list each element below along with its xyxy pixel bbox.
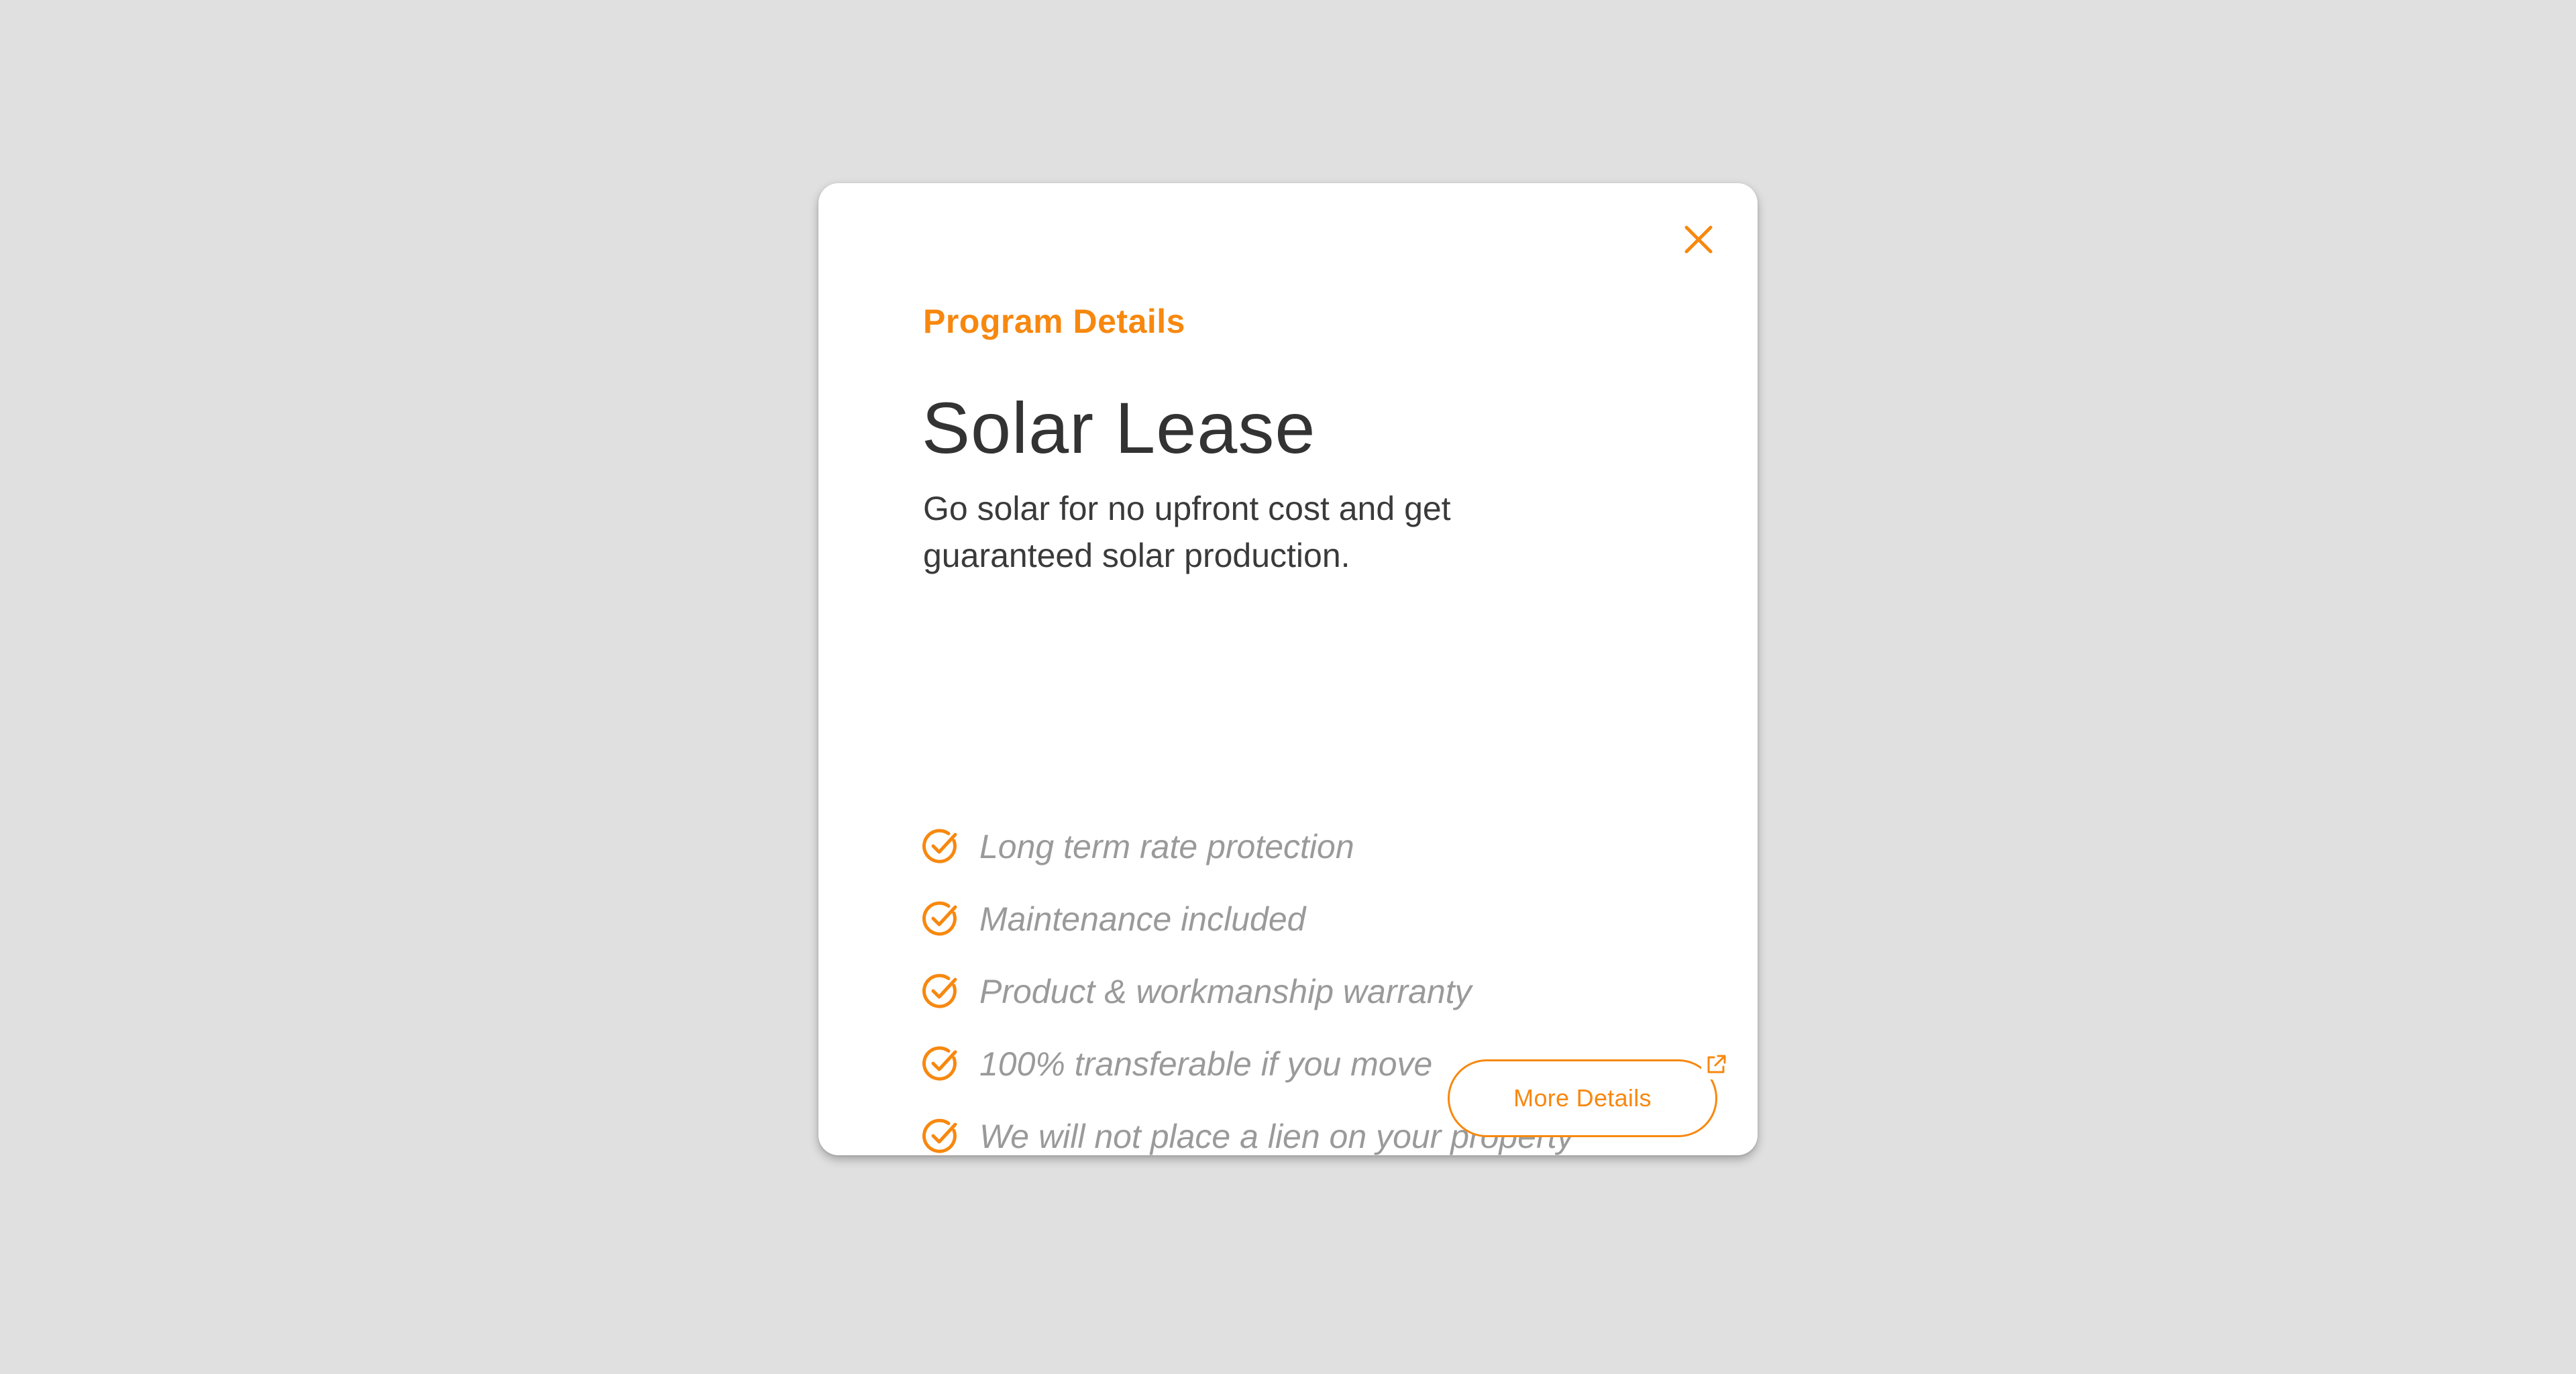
close-icon: [1684, 225, 1713, 254]
modal-eyebrow: Program Details: [923, 303, 1185, 340]
feature-label: Maintenance included: [979, 900, 1306, 938]
modal-title: Solar Lease: [922, 387, 1316, 468]
check-circle-icon: [922, 827, 961, 866]
check-circle-icon: [922, 900, 961, 939]
check-circle-icon: [922, 1117, 961, 1156]
check-circle-icon: [922, 972, 961, 1011]
close-button[interactable]: [1677, 218, 1720, 261]
feature-label: Long term rate protection: [979, 828, 1354, 865]
feature-label: Product & workmanship warranty: [979, 973, 1472, 1010]
more-details-label: More Details: [1513, 1084, 1652, 1112]
check-circle-icon: [922, 1045, 961, 1084]
more-details-button[interactable]: More Details: [1448, 1059, 1717, 1137]
feature-label: 100% transferable if you move: [979, 1045, 1433, 1083]
feature-item: Maintenance included: [922, 883, 1574, 955]
program-details-modal: Program Details Solar Lease Go solar for…: [818, 183, 1758, 1155]
modal-description: Go solar for no upfront cost and get gua…: [923, 490, 1451, 574]
feature-item: Long term rate protection: [922, 810, 1574, 883]
external-link-icon: [1701, 1050, 1731, 1079]
feature-item: Product & workmanship warranty: [922, 955, 1574, 1028]
